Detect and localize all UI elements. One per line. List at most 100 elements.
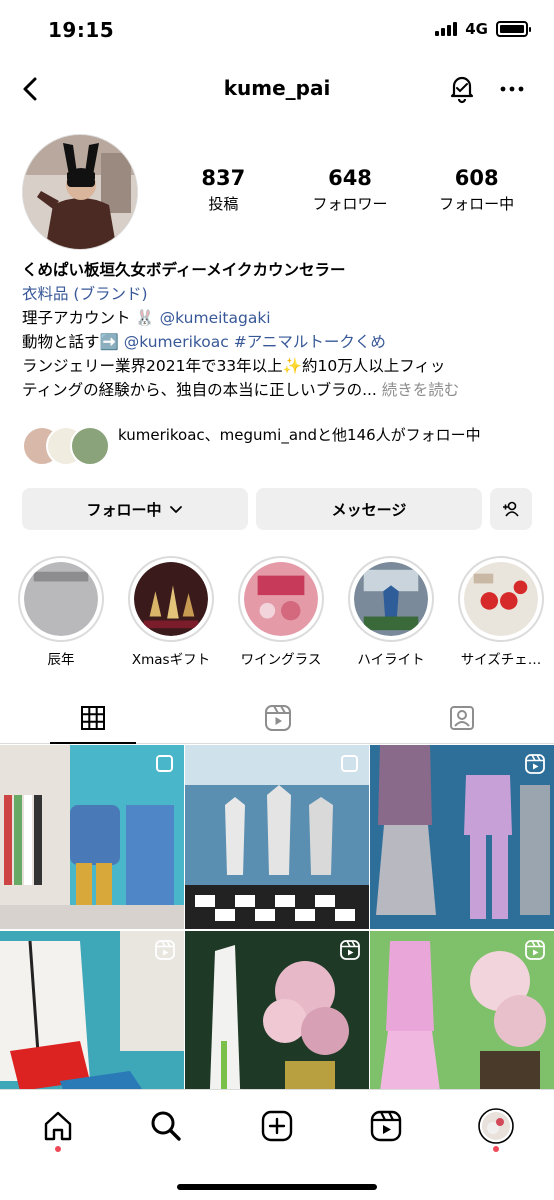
grid-icon (80, 706, 105, 730)
highlight-item[interactable]: サイズチェ… (458, 556, 544, 668)
post-thumbnail[interactable] (185, 745, 369, 929)
profile-category[interactable]: 衣料品 (ブランド) (22, 282, 532, 306)
reel-icon (525, 940, 545, 960)
followers-count: 648 (328, 166, 372, 190)
highlight-item[interactable]: ワイングラス (238, 556, 324, 668)
nav-search[interactable] (144, 1104, 188, 1148)
posts-label: 投稿 (208, 195, 239, 213)
search-icon (151, 1111, 181, 1141)
profile-avatar[interactable] (22, 134, 138, 250)
reel-icon (155, 940, 175, 960)
follower-avatars (22, 426, 110, 466)
multiple-photos-icon (341, 755, 358, 772)
highlight-label: ワイングラス (240, 652, 322, 668)
multiple-photos-icon (156, 755, 173, 772)
profile-avatar-icon (478, 1108, 514, 1144)
bell-icon (450, 76, 474, 104)
reel-icon (340, 940, 360, 960)
avatar (70, 426, 110, 466)
bio-line: 理子アカウント 🐰 @kumeitagaki (22, 306, 532, 330)
plus-square-icon (261, 1110, 293, 1142)
posts-count: 837 (201, 166, 246, 190)
following-label: フォロー中 (86, 500, 162, 519)
mention-link[interactable]: @kumeitagaki (160, 309, 271, 327)
highlight-label: Xmasギフト (131, 652, 211, 668)
status-bar: 19:15 4G (0, 0, 554, 62)
message-button[interactable]: メッセージ (256, 488, 482, 530)
bio-text: ティングの経験から、独自の本当に正しいブラの... (22, 381, 377, 399)
post-thumbnail[interactable] (370, 745, 554, 929)
message-label: メッセージ (331, 500, 407, 519)
reels-icon (264, 705, 291, 731)
bio-text: 動物と話す➡️ (22, 333, 124, 351)
following-button[interactable]: フォロー中 (22, 488, 248, 530)
active-tab-indicator (50, 742, 136, 744)
followers-label: フォロワー (312, 195, 388, 213)
tab-tagged[interactable] (369, 692, 554, 744)
signal-icon (435, 22, 458, 36)
home-icon (44, 1111, 72, 1141)
notification-dot (55, 1146, 61, 1152)
highlight-cover (134, 562, 208, 636)
profile-bio: くめぱい板垣久女ボディーメイクカウンセラー 衣料品 (ブランド) 理子アカウント… (22, 258, 532, 402)
stat-followers[interactable]: 648 フォロワー (287, 166, 414, 214)
display-name: くめぱい板垣久女ボディーメイクカウンセラー (22, 261, 346, 279)
highlight-label: サイズチェ… (460, 652, 542, 668)
nav-reels[interactable] (364, 1104, 408, 1148)
nav-home[interactable] (36, 1104, 80, 1152)
highlight-item[interactable]: 辰年 (18, 556, 104, 668)
followed-by[interactable]: kumerikoac、megumi_andと他146人がフォロー中 (22, 424, 532, 472)
following-label: フォロー中 (439, 195, 515, 213)
highlight-item[interactable]: Xmasギフト (128, 556, 214, 668)
reel-icon (525, 754, 545, 774)
status-time: 19:15 (48, 18, 115, 42)
battery-icon (496, 21, 531, 37)
bottom-navigation (0, 1089, 554, 1200)
bio-line: 動物と話す➡️ @kumerikoac #アニマルトークくめ (22, 330, 532, 354)
post-thumbnail[interactable] (185, 931, 369, 1115)
highlight-label: 辰年 (47, 652, 75, 668)
tab-posts-grid[interactable] (0, 692, 185, 744)
bio-text: 理子アカウント 🐰 (22, 309, 160, 327)
bio-line: ランジェリー業界2021年で33年以上✨約10万人以上フィッ (22, 357, 446, 375)
network-label: 4G (465, 20, 488, 38)
highlight-cover (24, 562, 98, 636)
following-count: 608 (454, 166, 499, 190)
followed-by-text: kumerikoac、megumi_andと他146人がフォロー中 (118, 426, 481, 444)
notifications-button[interactable] (446, 72, 478, 104)
highlight-label: ハイライト (357, 652, 425, 668)
stat-following[interactable]: 608 フォロー中 (413, 166, 540, 214)
profile-stats: 837 投稿 648 フォロワー 608 フォロー中 (160, 166, 540, 214)
tab-reels[interactable] (185, 692, 370, 744)
more-options-button[interactable] (496, 74, 528, 104)
profile-tabs (0, 692, 554, 744)
home-indicator (177, 1184, 377, 1190)
add-user-icon (503, 501, 519, 517)
stat-posts[interactable]: 837 投稿 (160, 166, 287, 214)
bio-line: ティングの経験から、独自の本当に正しいブラの... 続きを読む (22, 378, 532, 402)
more-icon (500, 86, 524, 92)
suggest-users-button[interactable] (490, 488, 532, 530)
highlight-cover (464, 562, 538, 636)
read-more-link[interactable]: 続きを読む (377, 381, 460, 399)
post-thumbnail[interactable] (0, 931, 184, 1115)
highlight-cover (354, 562, 428, 636)
reels-icon (370, 1110, 402, 1142)
post-thumbnail[interactable] (370, 931, 554, 1115)
status-icons: 4G (435, 20, 531, 38)
story-highlights: 辰年 Xmasギフト ワイングラス ハイライト サイズチェ… (0, 556, 554, 676)
chevron-down-icon (169, 506, 182, 513)
nav-create[interactable] (255, 1104, 299, 1148)
posts-grid (0, 745, 554, 1115)
profile-actions: フォロー中 メッセージ (22, 488, 532, 530)
hashtag-link[interactable]: #アニマルトークくめ (234, 333, 386, 351)
mention-link[interactable]: @kumerikoac (124, 333, 229, 351)
tagged-icon (449, 706, 474, 730)
highlight-cover (244, 562, 318, 636)
post-thumbnail[interactable] (0, 745, 184, 929)
profile-header: kume_pai (0, 62, 554, 116)
avatar-image (23, 135, 137, 249)
notification-dot (493, 1146, 499, 1152)
highlight-item[interactable]: ハイライト (348, 556, 434, 668)
nav-profile[interactable] (474, 1104, 518, 1152)
